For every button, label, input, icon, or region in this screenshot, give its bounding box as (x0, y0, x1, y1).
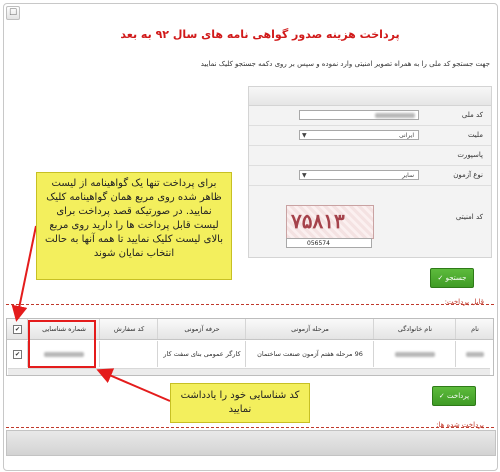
select-instruction-note: برای پرداخت تنها یک گواهینامه از لیست ظا… (36, 172, 232, 280)
id-number-highlight (28, 320, 96, 368)
captcha-text: ۷۵۸۱۳ (291, 209, 345, 233)
th-last-name: نام خانوادگی (373, 319, 456, 339)
table-row: ✔ (7, 341, 27, 367)
page-title: پرداخت هزینه صدور گواهی نامه های سال ۹۲ … (120, 28, 400, 41)
row-order-code (99, 341, 158, 367)
nationality-select[interactable]: ▼ ایرانی (299, 130, 419, 140)
row-stage: 96 مرحله هفتم آزمون صنعت ساختمان (245, 341, 374, 367)
national-code-input[interactable] (299, 110, 419, 120)
dropdown-arrow-icon: ▼ (302, 132, 307, 139)
captcha-image: ۷۵۸۱۳ (286, 205, 374, 239)
captcha-input[interactable]: 056574 (286, 238, 372, 248)
search-instruction: جهت جستجو کد ملی را به همراه تصویر امنیت… (200, 60, 490, 68)
nationality-value: ایرانی (399, 132, 414, 139)
blurred-national-code (375, 113, 415, 118)
payable-divider (6, 304, 494, 305)
form-header (249, 87, 491, 106)
row-last-name (373, 341, 456, 367)
payment-page: ☐ پرداخت هزینه صدور گواهی نامه های سال ۹… (0, 0, 500, 472)
passport-row: پاسپورت (249, 145, 491, 166)
id-number-note: کد شناسایی خود را یادداشت نمایید (170, 383, 310, 423)
national-code-label: کد ملی (461, 111, 483, 119)
window-icon: ☐ (6, 6, 20, 20)
search-button[interactable]: جستجو ✓ (430, 268, 474, 288)
exam-type-select[interactable]: ▼ سایر (299, 170, 419, 180)
table-scrollbar[interactable] (8, 368, 490, 375)
security-code-label: کد امنیتی (455, 213, 483, 221)
th-stage: مرحله آزمونی (245, 319, 374, 339)
dropdown-arrow-icon: ▼ (302, 172, 307, 179)
paid-divider (6, 427, 494, 428)
exam-type-value: سایر (402, 172, 414, 179)
blurred-first-name (466, 351, 484, 357)
blurred-last-name (395, 351, 435, 357)
row-profession: کارگر عمومی بنای سفت کار (157, 341, 246, 367)
row-first-name (455, 341, 494, 367)
th-first-name: نام (455, 319, 494, 339)
select-all-checkbox[interactable]: ✔ (13, 325, 22, 334)
paid-table-header (6, 430, 496, 456)
nationality-row: ملیت ▼ ایرانی (249, 125, 491, 146)
select-all-header: ✔ (7, 319, 27, 339)
passport-label: پاسپورت (457, 151, 483, 159)
th-order-code: کد سفارش (99, 319, 158, 339)
nationality-label: ملیت (467, 131, 483, 139)
pay-button[interactable]: پرداخت ✓ (432, 386, 476, 406)
th-profession: حرفه آزمونی (157, 319, 246, 339)
row-checkbox[interactable]: ✔ (13, 350, 22, 359)
exam-type-row: نوع آزمون ▼ سایر (249, 165, 491, 186)
national-code-row: کد ملی (249, 105, 491, 126)
exam-type-label: نوع آزمون (453, 171, 483, 179)
